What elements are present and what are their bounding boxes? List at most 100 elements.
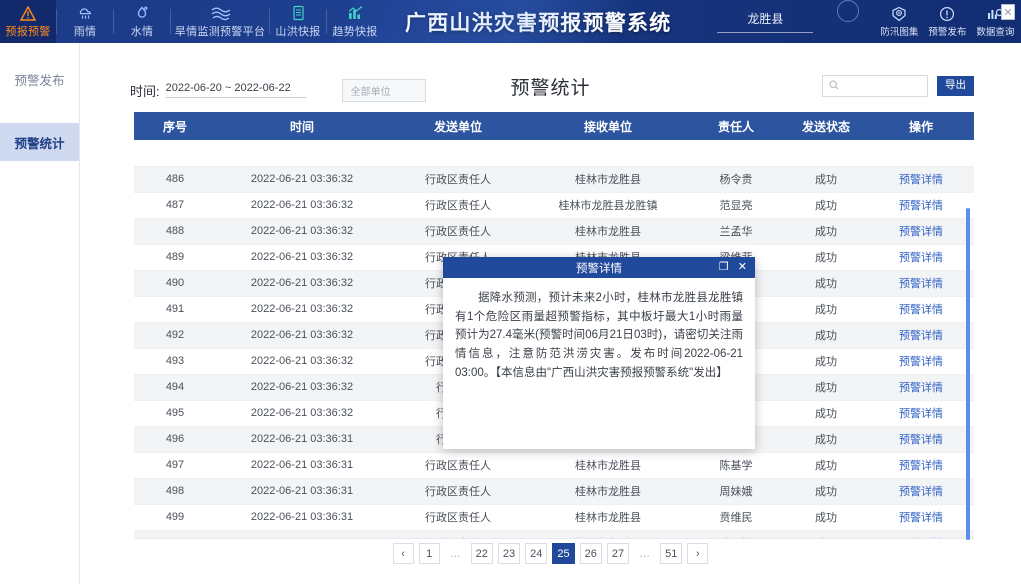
sidebar-item-alert-statistics[interactable]: 预警统计	[0, 123, 79, 161]
nav-item-rainfall[interactable]: 雨情	[57, 0, 113, 43]
cell-time: 2022-06-21 03:36:32	[216, 192, 388, 218]
alert-detail-link[interactable]: 预警详情	[899, 174, 943, 186]
alert-detail-link[interactable]: 预警详情	[899, 538, 943, 539]
cell-action[interactable]: 预警详情	[868, 296, 974, 322]
cell-action[interactable]: 预警详情	[868, 374, 974, 400]
alert-detail-link[interactable]: 预警详情	[899, 512, 943, 524]
pagination-page-24[interactable]: 24	[525, 543, 547, 564]
maximize-icon[interactable]: ❐	[719, 262, 729, 273]
cell-action[interactable]: 预警详情	[868, 452, 974, 478]
table-search-input[interactable]	[843, 81, 921, 92]
cell-time: 2022-06-21 03:36:32	[216, 296, 388, 322]
dialog-titlebar[interactable]: 预警详情 ❐ ✕	[443, 257, 755, 278]
cell-sender: 行政区责任人	[388, 452, 528, 478]
cell-sender: 行政区责任人	[388, 504, 528, 530]
column-header-sender[interactable]: 发送单位	[388, 112, 528, 140]
export-button[interactable]: 导出	[937, 76, 974, 96]
pagination-page-27[interactable]: 27	[607, 543, 629, 564]
alert-detail-link[interactable]: 预警详情	[899, 330, 943, 342]
table-row[interactable]: 4882022-06-21 03:36:32行政区责任人桂林市龙胜县兰孟华成功预…	[134, 218, 974, 244]
nav-label: 山洪快报	[275, 23, 320, 39]
nav-item-drought-platform[interactable]: 旱情监测预警平台	[171, 0, 269, 43]
pagination-prev[interactable]: ‹	[393, 543, 414, 564]
table-row[interactable]: 4992022-06-21 03:36:31行政区责任人桂林市龙胜县贲维民成功预…	[134, 504, 974, 530]
table-search[interactable]	[822, 75, 928, 97]
alert-detail-link[interactable]: 预警详情	[899, 200, 943, 212]
pagination-page-26[interactable]: 26	[580, 543, 602, 564]
sidebar-item-alert-publish[interactable]: 预警发布	[0, 60, 79, 98]
cell-status: 成功	[784, 452, 868, 478]
pagination-page-22[interactable]: 22	[471, 543, 493, 564]
global-search[interactable]	[837, 0, 859, 22]
nav-item-flood-bulletin[interactable]: 山洪快报	[270, 0, 326, 43]
alert-detail-link[interactable]: 预警详情	[899, 460, 943, 472]
cell-time: 2022-06-21 03:36:32	[216, 374, 388, 400]
cell-action[interactable]: 预警详情	[868, 322, 974, 348]
cell-action[interactable]: 预警详情	[868, 504, 974, 530]
drought-wave-icon	[209, 5, 231, 22]
column-header-person[interactable]: 责任人	[688, 112, 784, 140]
table-row[interactable]: 5002022-06-21 03:36:31行政区责任人桂林市龙胜县陈明媛成功预…	[134, 530, 974, 539]
cell-action[interactable]: 预警详情	[868, 478, 974, 504]
cell-action[interactable]: 预警详情	[868, 218, 974, 244]
cell-action[interactable]: 预警详情	[868, 348, 974, 374]
nav-item-water-regime[interactable]: 水情	[114, 0, 170, 43]
pagination-ellipsis: …	[634, 543, 655, 564]
cell-person: 贲维民	[688, 504, 784, 530]
table-row[interactable]: 4982022-06-21 03:36:31行政区责任人桂林市龙胜县周妹娥成功预…	[134, 478, 974, 504]
app-header: 预报预警 雨情 水情 旱情监测预警平台	[0, 0, 1021, 43]
alert-detail-link[interactable]: 预警详情	[899, 486, 943, 498]
cell-status: 成功	[784, 530, 868, 539]
table-header-row: 序号 时间 发送单位 接收单位 责任人 发送状态 操作	[134, 112, 974, 140]
column-header-action[interactable]: 操作	[868, 112, 974, 140]
table-scrollbar-thumb[interactable]	[966, 208, 970, 540]
cell-action[interactable]: 预警详情	[868, 530, 974, 539]
nav-label: 雨情	[74, 23, 97, 39]
tool-flood-atlas[interactable]: 防汛图集	[875, 5, 923, 38]
cell-action[interactable]: 预警详情	[868, 400, 974, 426]
cell-action[interactable]: 预警详情	[868, 166, 974, 192]
nav-item-forecast-warning[interactable]: 预报预警	[0, 0, 56, 43]
alert-detail-link[interactable]: 预警详情	[899, 226, 943, 238]
cell-receiver: 桂林市龙胜县	[528, 218, 688, 244]
pagination-page-23[interactable]: 23	[498, 543, 520, 564]
alert-detail-link[interactable]: 预警详情	[899, 382, 943, 394]
close-dialog-icon[interactable]: ✕	[738, 262, 747, 273]
table-row[interactable]: 4872022-06-21 03:36:32行政区责任人桂林市龙胜县龙胜镇范显亮…	[134, 192, 974, 218]
water-drop-icon	[134, 5, 150, 22]
cell-status: 成功	[784, 192, 868, 218]
alert-detail-link[interactable]: 预警详情	[899, 434, 943, 446]
cell-no: 495	[134, 400, 216, 426]
cell-person: 陈基学	[688, 452, 784, 478]
cell-status: 成功	[784, 244, 868, 270]
region-selector[interactable]: 龙胜县	[717, 0, 813, 43]
column-header-receiver[interactable]: 接收单位	[528, 112, 688, 140]
cell-action[interactable]: 预警详情	[868, 244, 974, 270]
alert-detail-link[interactable]: 预警详情	[899, 252, 943, 264]
column-header-status[interactable]: 发送状态	[784, 112, 868, 140]
cell-receiver: 桂林市龙胜县	[528, 478, 688, 504]
alert-detail-link[interactable]: 预警详情	[899, 278, 943, 290]
table-row[interactable]: 4862022-06-21 03:36:32行政区责任人桂林市龙胜县杨令贵成功预…	[134, 166, 974, 192]
table-row[interactable]: 4972022-06-21 03:36:31行政区责任人桂林市龙胜县陈基学成功预…	[134, 452, 974, 478]
cell-time: 2022-06-21 03:36:32	[216, 166, 388, 192]
cell-action[interactable]: 预警详情	[868, 192, 974, 218]
column-header-no[interactable]: 序号	[134, 112, 216, 140]
cell-time: 2022-06-21 03:36:32	[216, 270, 388, 296]
cell-no: 488	[134, 218, 216, 244]
pagination-next[interactable]: ›	[687, 543, 708, 564]
pagination-page-1[interactable]: 1	[419, 543, 440, 564]
cell-action[interactable]: 预警详情	[868, 270, 974, 296]
alert-detail-link[interactable]: 预警详情	[899, 356, 943, 368]
alert-detail-link[interactable]: 预警详情	[899, 304, 943, 316]
region-label: 龙胜县	[747, 10, 783, 32]
tool-alert-publish[interactable]: 预警发布	[923, 5, 971, 38]
cell-action[interactable]: 预警详情	[868, 426, 974, 452]
column-header-time[interactable]: 时间	[216, 112, 388, 140]
close-icon[interactable]: ✕	[1001, 4, 1015, 20]
pagination-page-51[interactable]: 51	[660, 543, 682, 564]
nav-item-trend-bulletin[interactable]: 趋势快报	[327, 0, 383, 43]
pagination-page-25[interactable]: 25	[552, 543, 574, 564]
cell-status: 成功	[784, 374, 868, 400]
alert-detail-link[interactable]: 预警详情	[899, 408, 943, 420]
